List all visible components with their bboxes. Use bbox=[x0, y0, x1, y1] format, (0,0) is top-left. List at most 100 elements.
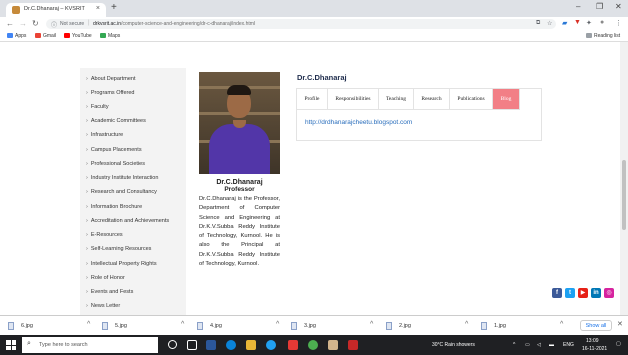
forward-icon[interactable]: → bbox=[19, 19, 27, 28]
chevron-up-icon[interactable]: ^ bbox=[181, 321, 184, 328]
cast-icon[interactable]: ⧉ bbox=[536, 20, 540, 27]
sidebar-item-about-department[interactable]: › About Department bbox=[86, 76, 135, 82]
youtube-icon bbox=[64, 33, 70, 38]
windows-start-icon[interactable] bbox=[6, 340, 16, 350]
close-tab-icon[interactable]: × bbox=[96, 5, 100, 12]
sidebar-item-e-resources[interactable]: › E-Resources bbox=[86, 232, 123, 238]
browser-tab[interactable]: Dr.C.Dhanaraj – KVSRIT × bbox=[6, 3, 106, 17]
sidebar-item-research-consultancy[interactable]: › Research and Consultancy bbox=[86, 189, 157, 195]
bookmark-youtube[interactable]: YouTube bbox=[64, 33, 92, 39]
reading-list[interactable]: Reading list bbox=[586, 33, 620, 39]
chevron-up-icon[interactable]: ^ bbox=[465, 321, 468, 328]
tab-blog[interactable]: Blog bbox=[493, 89, 520, 110]
taskbar-search-input[interactable]: ⌕ Type here to search bbox=[22, 337, 158, 353]
puzzle-extensions-icon[interactable]: ✦ bbox=[586, 19, 592, 27]
image-file-icon bbox=[102, 322, 108, 330]
bookmark-star-icon[interactable]: ☆ bbox=[547, 20, 552, 27]
youtube-icon[interactable]: ▶ bbox=[578, 288, 588, 298]
download-item[interactable]: 6.jpg ^ bbox=[8, 321, 100, 331]
tab-profile[interactable]: Profile bbox=[297, 89, 328, 110]
file-explorer-icon[interactable] bbox=[246, 340, 256, 350]
sidebar-item-self-learning[interactable]: › Self-Learning Resources bbox=[86, 246, 151, 252]
cortana-icon[interactable] bbox=[168, 340, 177, 349]
notifications-icon[interactable]: ▢ bbox=[616, 341, 621, 347]
sidebar-item-news-letter[interactable]: › News Letter bbox=[86, 303, 120, 309]
weather-text[interactable]: 30°C Rain showers bbox=[432, 342, 475, 348]
bookmark-maps[interactable]: Maps bbox=[100, 33, 120, 39]
image-file-icon bbox=[386, 322, 392, 330]
security-label: Not secure bbox=[60, 21, 85, 27]
taskbar-app-icon[interactable] bbox=[328, 340, 338, 350]
tab-research[interactable]: Research bbox=[414, 89, 450, 110]
info-icon[interactable]: ⓘ bbox=[51, 20, 57, 29]
tab-responsibilities[interactable]: Responsibilities bbox=[328, 89, 379, 110]
sidebar-item-programs-offered[interactable]: › Programs Offered bbox=[86, 90, 134, 96]
task-view-icon[interactable] bbox=[187, 340, 197, 350]
extension-icon[interactable]: ▰ bbox=[562, 19, 567, 27]
image-file-icon bbox=[8, 322, 14, 330]
profile-photo bbox=[199, 72, 280, 174]
twitter-icon[interactable]: t bbox=[565, 288, 575, 298]
sidebar-item-events-fests[interactable]: › Events and Fests bbox=[86, 289, 133, 295]
taskbar-app-icon[interactable] bbox=[288, 340, 298, 350]
chevron-up-icon[interactable]: ^ bbox=[560, 321, 563, 328]
bookmark-label: Maps bbox=[108, 33, 121, 39]
download-item[interactable]: 3.jpg ^ bbox=[291, 321, 383, 331]
taskbar-app-icon[interactable] bbox=[206, 340, 216, 350]
tab-teaching[interactable]: Teaching bbox=[379, 89, 414, 110]
tray-chevron-up-icon[interactable]: ^ bbox=[513, 342, 515, 348]
sidebar-item-information-brochure[interactable]: › Information Brochure bbox=[86, 204, 142, 210]
restore-button[interactable]: ❐ bbox=[596, 2, 603, 11]
facebook-icon[interactable]: f bbox=[552, 288, 562, 298]
download-item[interactable]: 2.jpg ^ bbox=[386, 321, 478, 331]
scrollbar-thumb[interactable] bbox=[622, 160, 626, 230]
download-item[interactable]: 4.jpg ^ bbox=[197, 321, 289, 331]
sidebar-item-label: Industry Institute Interaction bbox=[90, 175, 159, 181]
sidebar-item-ipr[interactable]: › Intellectual Property Rights bbox=[86, 261, 157, 267]
chrome-icon[interactable] bbox=[308, 340, 318, 350]
minimize-button[interactable]: – bbox=[576, 2, 580, 11]
download-item[interactable]: 5.jpg ^ bbox=[102, 321, 194, 331]
sidebar-item-infrastructure[interactable]: › Infrastructure bbox=[86, 132, 123, 138]
pdf-extension-icon[interactable]: ▼ bbox=[574, 19, 581, 26]
download-item[interactable]: 1.jpg ^ bbox=[481, 321, 573, 331]
sidebar-item-accreditation[interactable]: › Accreditation and Achievements bbox=[86, 218, 169, 224]
chevron-up-icon[interactable]: ^ bbox=[370, 321, 373, 328]
blog-link[interactable]: http://drdhanarajcheetu.blogspot.com bbox=[305, 119, 412, 126]
address-bar[interactable]: ⓘ Not secure | drkvsrit.ac.in/computer-s… bbox=[46, 19, 556, 29]
instagram-icon[interactable]: ◎ bbox=[604, 288, 614, 298]
sidebar-item-faculty[interactable]: › Faculty bbox=[86, 104, 109, 110]
url-text[interactable]: drkvsrit.ac.in/computer-science-and-engi… bbox=[93, 21, 255, 27]
browser-tab-bar: Dr.C.Dhanaraj – KVSRIT × + – ❐ ✕ bbox=[0, 0, 628, 17]
taskbar-app-icon[interactable] bbox=[266, 340, 276, 350]
reload-icon[interactable]: ↻ bbox=[32, 19, 39, 28]
profile-avatar-icon[interactable]: ● bbox=[600, 19, 604, 26]
close-window-button[interactable]: ✕ bbox=[615, 2, 622, 11]
sidebar-item-academic-committees[interactable]: › Academic Committees bbox=[86, 118, 146, 124]
bookmark-gmail[interactable]: Gmail bbox=[35, 33, 56, 39]
bookmark-apps[interactable]: Apps bbox=[7, 33, 26, 39]
clock-time[interactable]: 13:09 bbox=[586, 338, 599, 344]
linkedin-icon[interactable]: in bbox=[591, 288, 601, 298]
network-icon[interactable]: ▭ bbox=[525, 342, 530, 348]
clock-date[interactable]: 16-11-2021 bbox=[582, 346, 607, 352]
new-tab-button[interactable]: + bbox=[111, 2, 117, 13]
tab-publications[interactable]: Publications bbox=[450, 89, 493, 110]
chevron-up-icon[interactable]: ^ bbox=[87, 321, 90, 328]
chevron-up-icon[interactable]: ^ bbox=[276, 321, 279, 328]
menu-kebab-icon[interactable]: ⋮ bbox=[615, 19, 622, 27]
sidebar-item-role-of-honor[interactable]: › Role of Honor bbox=[86, 275, 125, 281]
close-downloads-icon[interactable]: ✕ bbox=[617, 320, 623, 328]
sidebar-item-professional-societies[interactable]: › Professional Societies bbox=[86, 161, 145, 167]
show-all-downloads-button[interactable]: Show all bbox=[580, 320, 612, 331]
sidebar-item-campus-placements[interactable]: › Campus Placements bbox=[86, 147, 142, 153]
back-icon[interactable]: ← bbox=[6, 19, 14, 28]
chevron-right-icon: › bbox=[86, 118, 88, 124]
volume-icon[interactable]: ◁ bbox=[537, 342, 541, 348]
edge-icon[interactable] bbox=[226, 340, 236, 350]
language-indicator[interactable]: ENG bbox=[563, 342, 574, 348]
acrobat-icon[interactable] bbox=[348, 340, 358, 350]
page-scrollbar[interactable] bbox=[620, 42, 628, 315]
battery-icon[interactable]: ▬ bbox=[549, 342, 554, 348]
sidebar-item-industry-interaction[interactable]: › Industry Institute Interaction bbox=[86, 175, 158, 181]
